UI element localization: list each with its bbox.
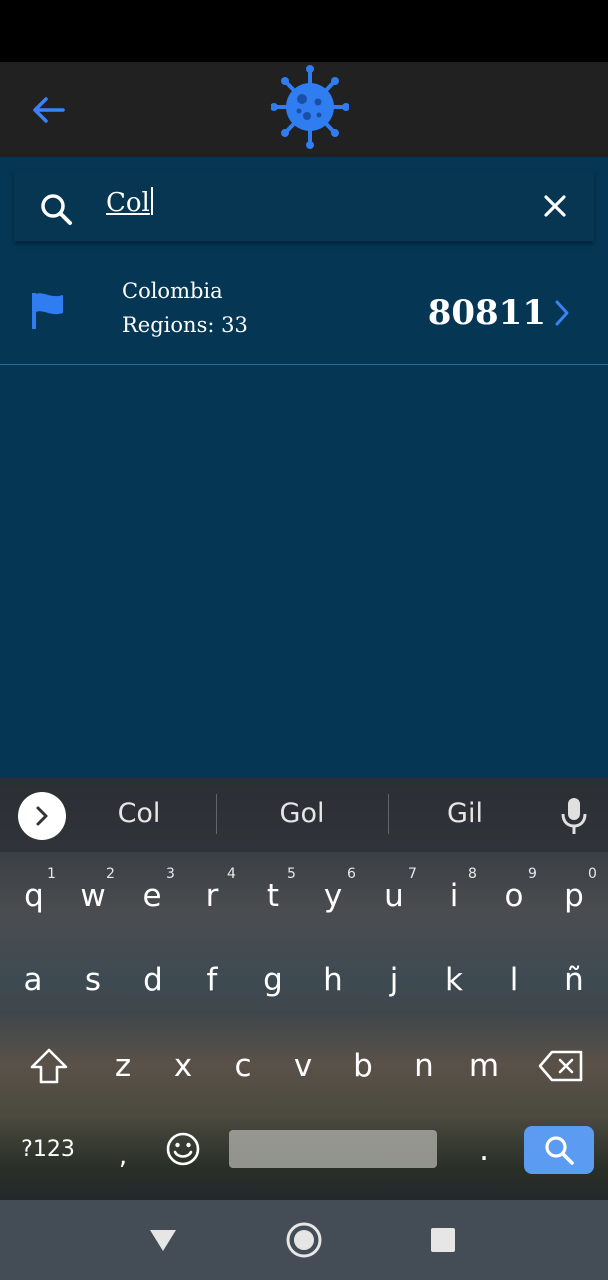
suggestion-divider [216,794,217,834]
status-bar [0,0,608,62]
row-divider [0,364,608,365]
key-hint-7: 7 [408,866,417,882]
shift-icon [30,1048,68,1084]
key-k[interactable]: k [424,950,484,1010]
backspace-icon [538,1050,583,1082]
suggestion-3[interactable]: Gil [400,798,530,829]
key-j[interactable]: j [364,950,424,1010]
key-x[interactable]: x [153,1036,213,1096]
key-c[interactable]: c [213,1036,273,1096]
system-nav-bar [0,1200,608,1280]
country-regions: Regions: 33 [122,313,248,337]
suggestion-2[interactable]: Gol [237,798,367,829]
nav-back-button[interactable] [143,1220,183,1260]
microphone-icon[interactable] [558,796,590,836]
key-comma[interactable]: , [93,1126,153,1186]
key-h[interactable]: h [303,950,363,1010]
search-icon [545,1136,574,1165]
key-b[interactable]: b [333,1036,393,1096]
suggestion-divider [388,794,389,834]
key-f[interactable]: f [182,950,242,1010]
key-g[interactable]: g [243,950,303,1010]
key-n[interactable]: n [394,1036,454,1096]
backspace-key[interactable] [530,1036,592,1096]
app-bar [0,62,608,157]
arrow-left-icon [33,97,65,123]
key-hint-9: 9 [528,866,537,882]
close-icon [544,195,566,217]
search-input-value: Col [106,188,150,218]
search-icon [41,194,72,225]
key-hint-3: 3 [166,866,175,882]
suggestion-1[interactable]: Col [74,798,204,829]
text-cursor [150,187,153,215]
square-icon [431,1228,455,1252]
suggestion-bar: Col Gol Gil [0,778,608,852]
country-row-colombia[interactable]: Colombia Regions: 33 80811 [0,267,608,365]
key-s[interactable]: s [63,950,123,1010]
shift-key[interactable] [20,1036,78,1096]
flag-icon [32,293,63,329]
key-hint-0: 0 [588,866,597,882]
key-period[interactable]: . [454,1120,514,1180]
key-hint-5: 5 [287,866,296,882]
clear-search-button[interactable] [538,189,572,223]
search-input[interactable]: Col [106,187,153,218]
key-hint-8: 8 [468,866,477,882]
search-enter-key[interactable] [524,1126,594,1174]
nav-home-button[interactable] [284,1220,324,1260]
space-key[interactable] [229,1130,437,1168]
key-l[interactable]: l [484,950,544,1010]
country-name: Colombia [122,279,223,303]
case-count: 80811 [427,293,546,333]
key-z[interactable]: z [93,1036,153,1096]
chevron-right-icon [555,300,569,326]
soft-keyboard: Col Gol Gil q w e r t y u i o p 1 2 3 4 … [0,778,608,1200]
key-hint-2: 2 [106,866,115,882]
nav-recents-button[interactable] [423,1220,463,1260]
key-a[interactable]: a [3,950,63,1010]
key-n-tilde[interactable]: ñ [544,950,604,1010]
emoji-key[interactable] [158,1128,208,1170]
search-bar: Col [14,171,594,241]
virus-icon [270,62,350,152]
key-d[interactable]: d [123,950,183,1010]
emoji-icon [166,1132,200,1166]
home-circle-icon [286,1222,322,1258]
key-v[interactable]: v [273,1036,333,1096]
key-hint-1: 1 [47,866,56,882]
key-m[interactable]: m [454,1036,514,1096]
key-hint-4: 4 [227,866,236,882]
keyboard-expand-button[interactable] [18,792,66,840]
chevron-right-icon [36,806,48,826]
content-area: Col Colombia Regions: 33 80811 [0,157,608,778]
key-hint-6: 6 [347,866,356,882]
symbols-key[interactable]: ?123 [12,1120,84,1180]
triangle-down-icon [150,1230,176,1251]
back-button[interactable] [28,90,68,130]
